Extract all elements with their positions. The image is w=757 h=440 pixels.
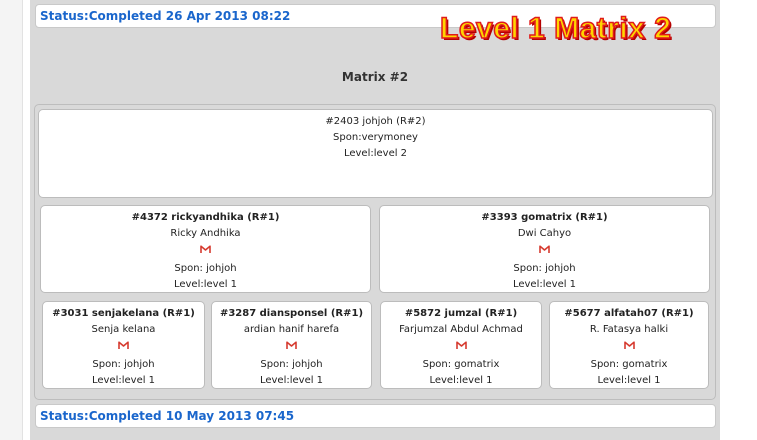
member-fullname: Farjumzal Abdul Achmad <box>399 324 523 335</box>
member-id: #3031 senjakelana (R#1) <box>52 308 195 319</box>
member-id: #5677 alfatah07 (R#1) <box>564 308 694 319</box>
gmail-icon[interactable] <box>285 341 299 357</box>
member-card[interactable]: #5677 alfatah07 (R#1) R. Fatasya halki S… <box>549 301 709 389</box>
level-matrix-banner: Level 1 Matrix 2 <box>439 11 672 46</box>
member-fullname: Senja kelana <box>91 324 156 335</box>
matrix-title: Matrix #2 <box>341 70 409 84</box>
member-id: #2403 johjoh (R#2) <box>325 116 426 127</box>
member-card-root[interactable]: #2403 johjoh (R#2) Spon:verymoney Level:… <box>38 109 713 198</box>
member-level: Level:level 1 <box>429 375 493 386</box>
member-fullname: R. Fatasya halki <box>589 324 669 335</box>
member-level: Level:level 1 <box>597 375 661 386</box>
member-sponsor: Spon: gomatrix <box>422 359 500 370</box>
member-card[interactable]: #3287 diansponsel (R#1) ardian hanif har… <box>211 301 372 389</box>
member-sponsor: Spon:verymoney <box>333 132 418 143</box>
member-sponsor: Spon: johjoh <box>92 359 155 370</box>
member-fullname: ardian hanif harefa <box>243 324 340 335</box>
gmail-icon[interactable] <box>622 341 636 357</box>
gmail-icon[interactable] <box>117 341 131 357</box>
member-sponsor: Spon: johjoh <box>260 359 323 370</box>
member-level: Level:level 1 <box>173 279 238 290</box>
member-level: Level:level 1 <box>91 375 156 386</box>
member-level: Level:level 1 <box>512 279 577 290</box>
member-id: #5872 jumzal (R#1) <box>404 308 518 319</box>
member-level: Level:level 2 <box>343 148 408 159</box>
member-sponsor: Spon: gomatrix <box>590 359 668 370</box>
member-id: #3287 diansponsel (R#1) <box>219 308 364 319</box>
member-fullname: Dwi Cahyo <box>517 228 572 239</box>
member-id: #4372 rickyandhika (R#1) <box>131 212 280 223</box>
gmail-icon[interactable] <box>538 245 552 261</box>
member-fullname: Ricky Andhika <box>170 228 241 239</box>
member-sponsor: Spon: johjoh <box>513 263 576 274</box>
member-card[interactable]: #3031 senjakelana (R#1) Senja kelana Spo… <box>42 301 205 389</box>
gmail-icon[interactable] <box>199 245 213 261</box>
member-sponsor: Spon: johjoh <box>174 263 237 274</box>
member-card[interactable]: #5872 jumzal (R#1) Farjumzal Abdul Achma… <box>380 301 542 389</box>
member-level: Level:level 1 <box>259 375 324 386</box>
left-rail <box>0 0 23 440</box>
member-id: #3393 gomatrix (R#1) <box>481 212 608 223</box>
member-card[interactable]: #3393 gomatrix (R#1) Dwi Cahyo Spon: joh… <box>379 205 710 293</box>
status-completed-bottom[interactable]: Status:Completed 10 May 2013 07:45 <box>35 404 716 428</box>
gmail-icon[interactable] <box>454 341 468 357</box>
member-card[interactable]: #4372 rickyandhika (R#1) Ricky Andhika S… <box>40 205 371 293</box>
